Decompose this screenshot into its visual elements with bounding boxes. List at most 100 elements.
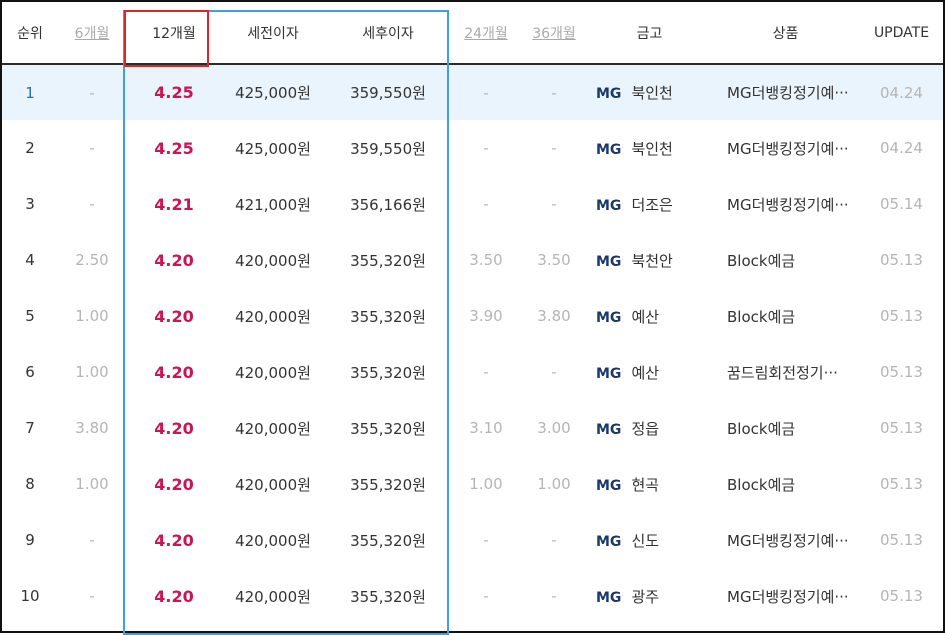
table-row[interactable]: 5 1.00 4.20 420,000원 355,320원 3.90 3.80 …	[2, 288, 943, 344]
rate-6-month-cell: -	[89, 139, 95, 157]
rate-table-panel: 순위 6개월 12개월 세전이자 세후이자 24개월 36개월 금고 상품 UP…	[0, 0, 945, 633]
bank-cell[interactable]: MG 더조은	[588, 176, 711, 232]
pretax-interest-cell: 420,000원	[235, 475, 311, 494]
table-row[interactable]: 10 - 4.20 420,000원 355,320원 - - MG 광주 MG더…	[2, 568, 943, 624]
aftertax-interest-cell: 355,320원	[350, 307, 426, 326]
bank-cell[interactable]: MG 북인천	[588, 120, 711, 176]
pretax-interest-cell: 420,000원	[235, 251, 311, 270]
rate-36-month-cell: -	[520, 64, 588, 120]
rate-12-month-cell: 4.20	[154, 530, 194, 550]
table-header-row: 순위 6개월 12개월 세전이자 세후이자 24개월 36개월 금고 상품 UP…	[2, 2, 943, 65]
pretax-interest-cell: 425,000원	[222, 64, 324, 120]
rate-24-month-cell: -	[483, 363, 489, 381]
rate-6-month-cell: 1.00	[75, 307, 109, 325]
deposit-rate-table: 순위 6개월 12개월 세전이자 세후이자 24개월 36개월 금고 상품 UP…	[2, 2, 943, 624]
rate-24-month-cell: 1.00	[469, 475, 503, 493]
rate-24-month-cell: -	[483, 195, 489, 213]
rate-36-month-cell: 3.50	[537, 251, 571, 269]
product-cell[interactable]: MG더뱅킹정기예···	[711, 512, 860, 568]
product-cell[interactable]: Block예금	[711, 232, 860, 288]
product-cell[interactable]: MG더뱅킹정기예···	[711, 568, 860, 624]
pretax-interest-cell: 420,000원	[235, 587, 311, 606]
bank-name: 더조은	[631, 195, 673, 214]
bank-cell[interactable]: MG 북인천	[588, 64, 711, 120]
bank-name: 예산	[631, 363, 660, 382]
update-date-cell: 05.13	[880, 531, 923, 549]
rate-36-month-cell: 1.00	[537, 475, 571, 493]
pretax-interest-cell: 420,000원	[235, 531, 311, 550]
rate-36-month-cell: 3.00	[537, 419, 571, 437]
product-cell[interactable]: MG더뱅킹정기예···	[711, 64, 860, 120]
bank-name: 북인천	[631, 84, 673, 102]
table-row[interactable]: 1 - 4.25 425,000원 359,550원 - - MG 북인천 MG더…	[2, 64, 943, 120]
header-6-month[interactable]: 6개월	[58, 2, 126, 65]
table-row[interactable]: 8 1.00 4.20 420,000원 355,320원 1.00 1.00 …	[2, 456, 943, 512]
rate-24-month-cell: -	[483, 531, 489, 549]
rate-12-month-cell: 4.20	[154, 362, 194, 382]
rate-36-month-cell: -	[551, 531, 557, 549]
rate-12-month-cell: 4.20	[154, 250, 194, 270]
product-cell[interactable]: MG더뱅킹정기예···	[711, 120, 860, 176]
table-row[interactable]: 3 - 4.21 421,000원 356,166원 - - MG 더조은 MG더…	[2, 176, 943, 232]
rate-24-month-cell: -	[452, 64, 520, 120]
bank-cell[interactable]: MG 신도	[588, 512, 711, 568]
header-36-month[interactable]: 36개월	[520, 2, 588, 65]
rate-12-month-cell: 4.20	[154, 418, 194, 438]
rate-12-month-cell: 4.20	[154, 586, 194, 606]
mg-logo-icon: MG	[596, 589, 622, 606]
table-row[interactable]: 9 - 4.20 420,000원 355,320원 - - MG 신도 MG더뱅…	[2, 512, 943, 568]
aftertax-interest-cell: 359,550원	[324, 64, 452, 120]
aftertax-interest-cell: 355,320원	[350, 531, 426, 550]
mg-logo-icon: MG	[596, 253, 622, 270]
rank-cell: 8	[25, 475, 35, 493]
rate-36-month-cell: -	[551, 363, 557, 381]
rate-24-month-cell: -	[483, 587, 489, 605]
rank-cell: 9	[25, 531, 35, 549]
update-date-cell: 05.13	[880, 307, 923, 325]
product-cell[interactable]: Block예금	[711, 400, 860, 456]
update-date-cell: 05.13	[880, 363, 923, 381]
bank-cell[interactable]: MG 예산	[588, 344, 711, 400]
product-cell[interactable]: MG더뱅킹정기예···	[711, 176, 860, 232]
mg-logo-icon: MG	[596, 141, 622, 158]
aftertax-interest-cell: 356,166원	[350, 195, 426, 214]
rank-cell: 2	[25, 139, 35, 157]
header-pretax-interest: 세전이자	[222, 2, 324, 65]
bank-cell[interactable]: MG 예산	[588, 288, 711, 344]
rate-12-month-cell: 4.25	[154, 138, 194, 158]
product-cell[interactable]: Block예금	[711, 288, 860, 344]
rank-cell: 5	[25, 307, 35, 325]
update-date-cell: 04.24	[860, 64, 943, 120]
update-date-cell: 05.13	[880, 251, 923, 269]
table-row[interactable]: 2 - 4.25 425,000원 359,550원 - - MG 북인천 MG더…	[2, 120, 943, 176]
rate-6-month-cell: -	[89, 587, 95, 605]
rate-6-month-cell: 1.00	[75, 363, 109, 381]
table-row[interactable]: 4 2.50 4.20 420,000원 355,320원 3.50 3.50 …	[2, 232, 943, 288]
header-12-month[interactable]: 12개월	[126, 2, 222, 65]
rank-cell: 1	[2, 64, 58, 120]
mg-logo-icon: MG	[596, 309, 622, 326]
aftertax-interest-cell: 355,320원	[350, 251, 426, 270]
aftertax-interest-cell: 359,550원	[350, 139, 426, 158]
rank-cell: 10	[20, 587, 40, 605]
rate-6-month-cell: -	[58, 64, 126, 120]
product-cell[interactable]: 꿈드림회전정기···	[711, 344, 860, 400]
mg-logo-icon: MG	[596, 477, 622, 494]
rate-24-month-cell: 3.50	[469, 251, 503, 269]
bank-cell[interactable]: MG 북천안	[588, 232, 711, 288]
bank-cell[interactable]: MG 정읍	[588, 400, 711, 456]
rate-6-month-cell: -	[89, 195, 95, 213]
bank-cell[interactable]: MG 현곡	[588, 456, 711, 512]
product-cell[interactable]: Block예금	[711, 456, 860, 512]
rate-24-month-cell: 3.90	[469, 307, 503, 325]
bank-name: 북천안	[631, 251, 673, 270]
mg-logo-icon: MG	[596, 533, 622, 550]
rate-24-month-cell: 3.10	[469, 419, 503, 437]
aftertax-interest-cell: 355,320원	[350, 363, 426, 382]
pretax-interest-cell: 420,000원	[235, 363, 311, 382]
table-row[interactable]: 6 1.00 4.20 420,000원 355,320원 - - MG 예산 꿈…	[2, 344, 943, 400]
table-row[interactable]: 7 3.80 4.20 420,000원 355,320원 3.10 3.00 …	[2, 400, 943, 456]
bank-cell[interactable]: MG 광주	[588, 568, 711, 624]
rate-12-month-cell: 4.20	[154, 474, 194, 494]
header-24-month[interactable]: 24개월	[452, 2, 520, 65]
